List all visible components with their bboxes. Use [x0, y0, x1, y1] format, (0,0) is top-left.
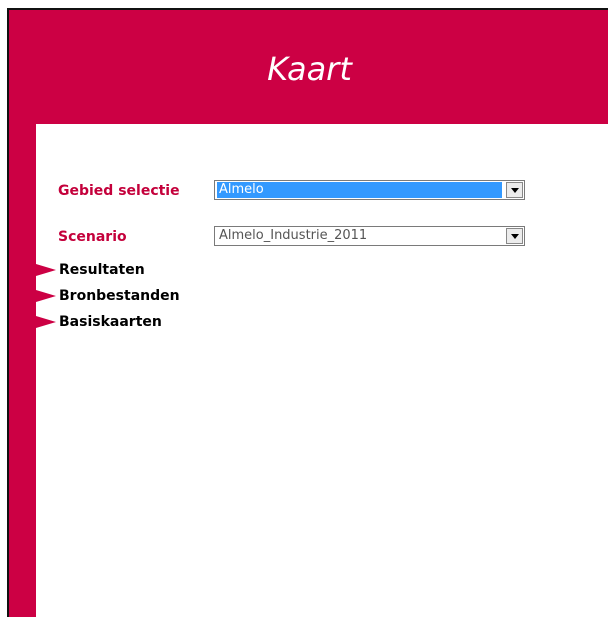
triangle-right-icon	[36, 264, 56, 276]
page-title: Kaart	[267, 50, 352, 88]
nav-item-resultaten[interactable]: Resultaten	[36, 261, 145, 279]
scenario-label: Scenario	[58, 229, 127, 245]
gebied-selectie-label: Gebied selectie	[58, 183, 180, 199]
gebied-select[interactable]: Almelo	[214, 180, 525, 200]
nav-item-bronbestanden[interactable]: Bronbestanden	[36, 287, 180, 305]
gebied-select-value: Almelo	[217, 182, 502, 198]
triangle-right-icon	[36, 290, 56, 302]
nav-item-label: Bronbestanden	[59, 288, 180, 304]
nav-item-label: Basiskaarten	[59, 314, 162, 330]
nav-item-basiskaarten[interactable]: Basiskaarten	[36, 313, 162, 331]
chevron-down-icon	[510, 233, 519, 239]
nav-item-label: Resultaten	[59, 262, 145, 278]
scenario-dropdown-button[interactable]	[506, 228, 523, 244]
triangle-right-icon	[36, 316, 56, 328]
gebied-dropdown-button[interactable]	[506, 182, 523, 198]
chevron-down-icon	[510, 187, 519, 193]
scenario-select[interactable]: Almelo_Industrie_2011	[214, 226, 525, 246]
scenario-select-value: Almelo_Industrie_2011	[219, 228, 368, 243]
